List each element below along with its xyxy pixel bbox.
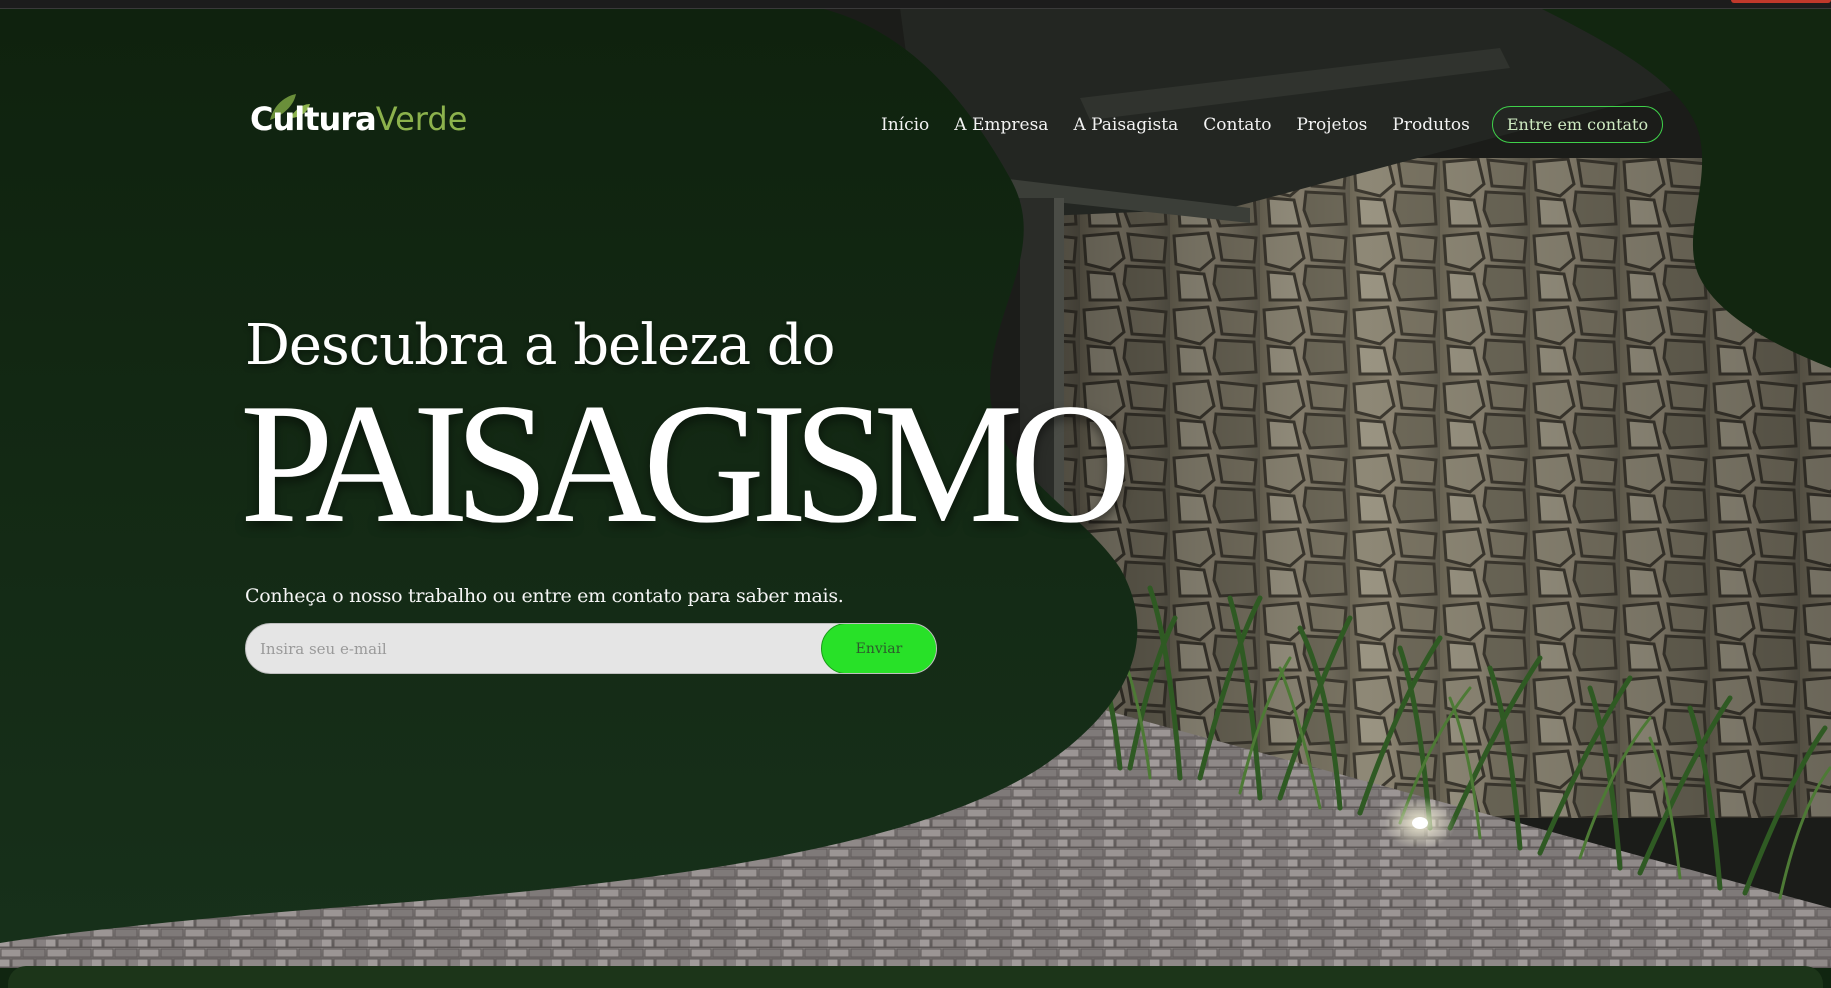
hero-subtitle: Conheça o nosso trabalho ou entre em con… [245, 585, 844, 607]
nav-item-projetos[interactable]: Projetos [1296, 115, 1367, 135]
headline-line2: PAISAGISMO [240, 369, 1131, 559]
browser-top-strip [0, 0, 1831, 9]
nav-item-inicio[interactable]: Início [881, 115, 929, 135]
hero-section: Cultura Verde Início A Empresa A Paisagi… [0, 8, 1831, 968]
logo[interactable]: Cultura Verde [250, 94, 468, 138]
main-nav: Início A Empresa A Paisagista Contato Pr… [881, 106, 1664, 143]
send-button[interactable]: Enviar [821, 624, 936, 673]
email-input[interactable] [246, 624, 816, 673]
nav-item-a-paisagista[interactable]: A Paisagista [1073, 115, 1178, 135]
top-accent-bar [1731, 0, 1831, 3]
nav-item-a-empresa[interactable]: A Empresa [954, 115, 1048, 135]
email-form: Enviar [245, 623, 937, 674]
logo-text-light: Verde [375, 100, 468, 138]
next-section-edge [8, 966, 1823, 988]
logo-text-bold: Cultura [250, 100, 377, 138]
nav-item-produtos[interactable]: Produtos [1392, 115, 1469, 135]
contact-cta-button[interactable]: Entre em contato [1491, 106, 1664, 143]
nav-item-contato[interactable]: Contato [1203, 115, 1271, 135]
